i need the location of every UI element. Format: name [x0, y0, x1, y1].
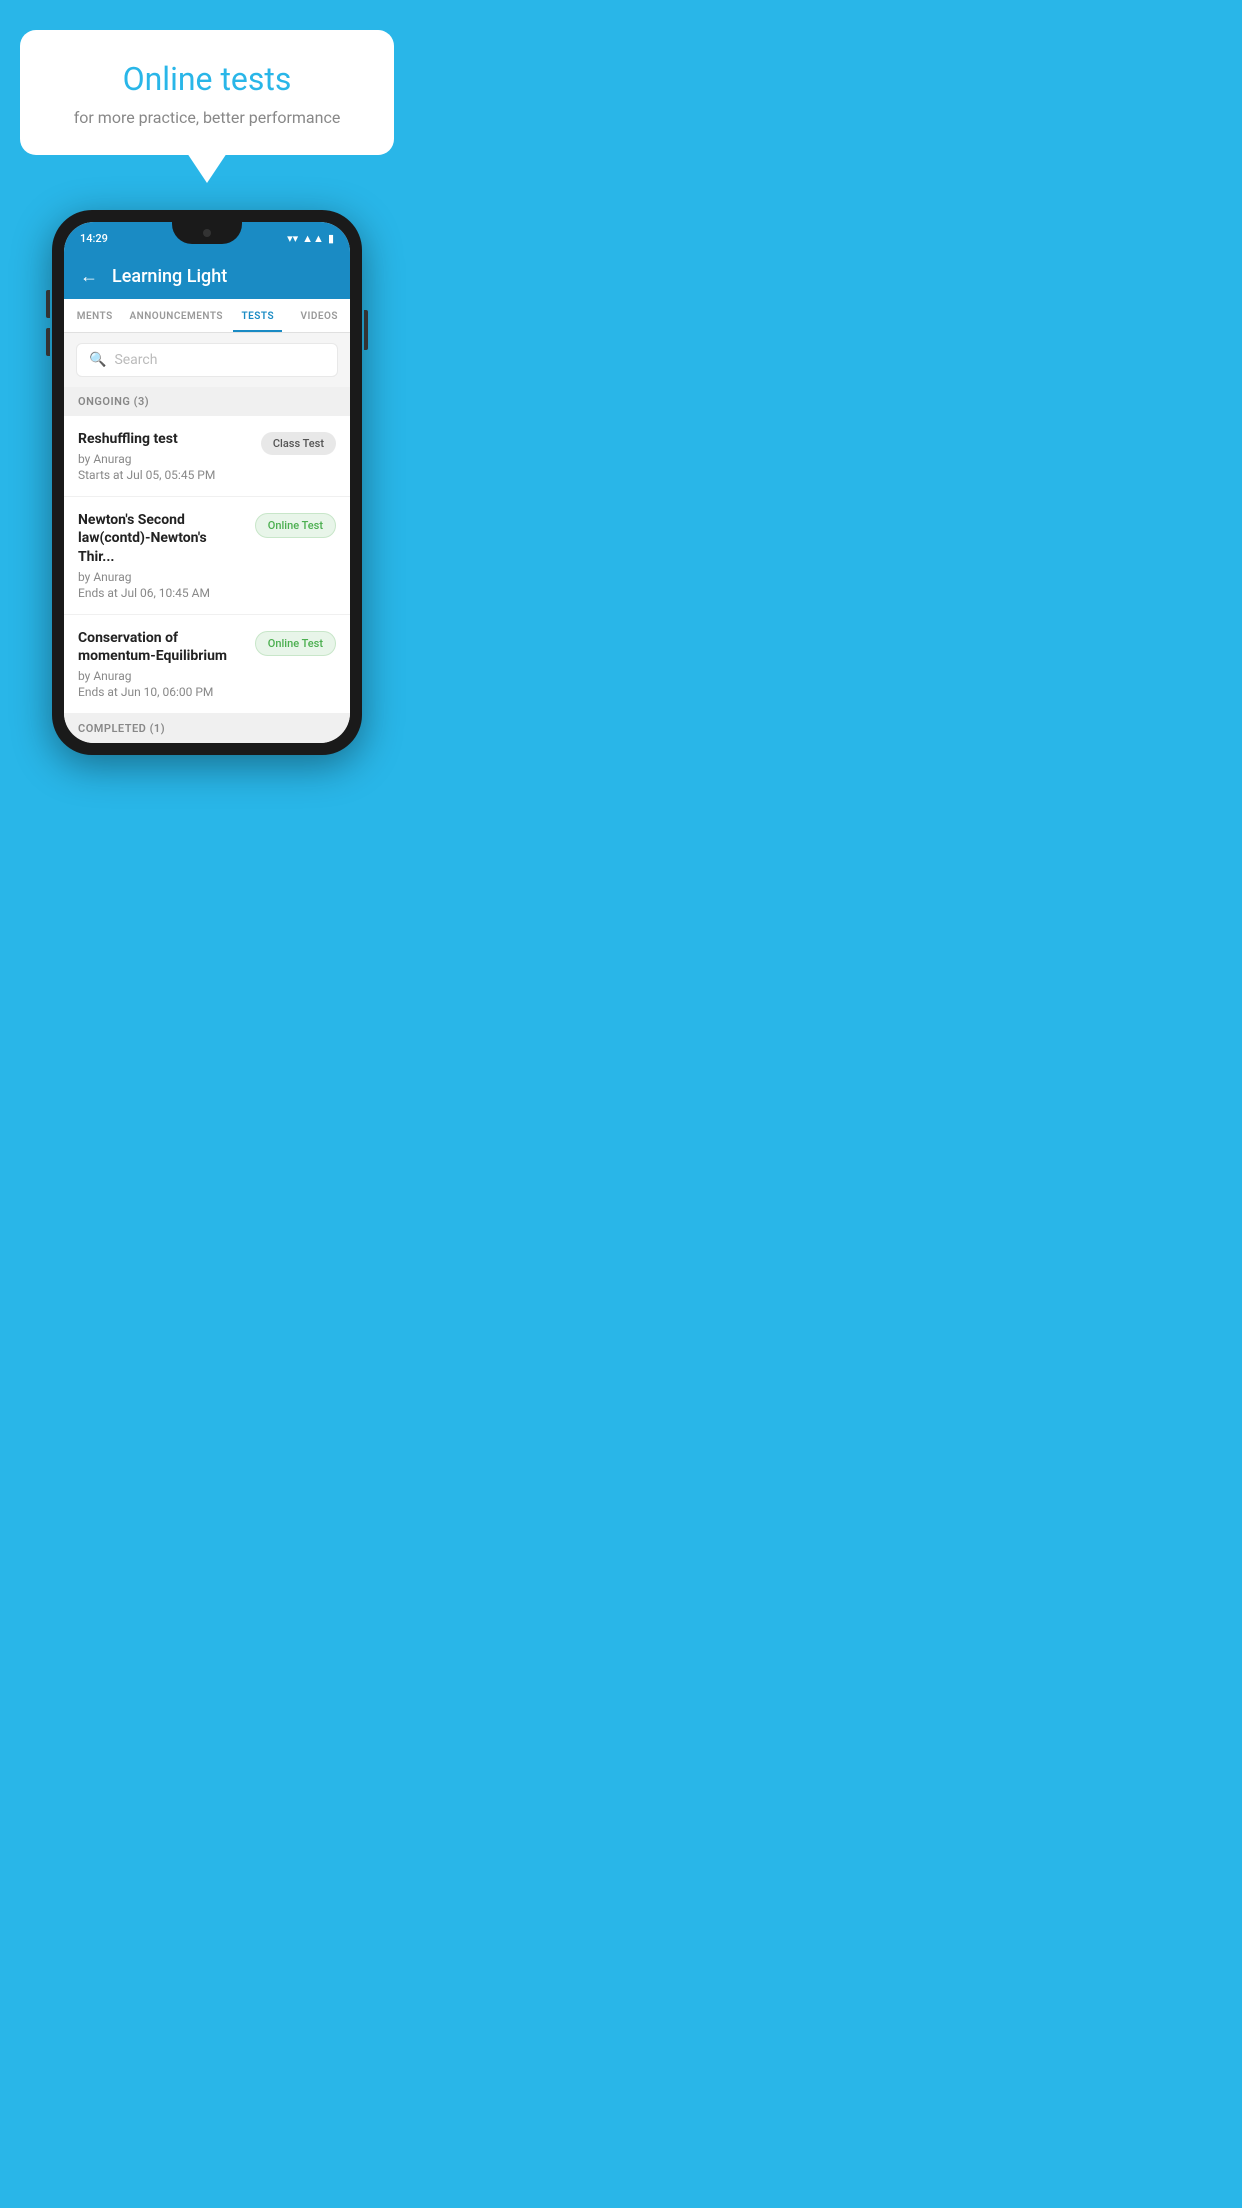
tab-ments[interactable]: MENTS: [64, 299, 125, 332]
test-author-2: by Anurag: [78, 570, 245, 584]
test-author-3: by Anurag: [78, 669, 245, 683]
bubble-title: Online tests: [60, 60, 354, 98]
app-header: ← Learning Light: [64, 254, 350, 299]
power-button: [364, 310, 368, 350]
phone-mockup: 14:29 ▾▾ ▲▲ ▮ ← Learning Light MENTS: [52, 210, 362, 755]
battery-icon: ▮: [328, 232, 334, 245]
back-button[interactable]: ←: [80, 266, 98, 287]
phone-frame: 14:29 ▾▾ ▲▲ ▮ ← Learning Light MENTS: [52, 210, 362, 755]
test-author-1: by Anurag: [78, 452, 251, 466]
camera: [203, 229, 211, 237]
app-title: Learning Light: [112, 266, 227, 287]
wifi-icon: ▾▾: [287, 232, 298, 245]
test-badge-1: Class Test: [261, 432, 336, 455]
bubble-subtitle: for more practice, better performance: [60, 108, 354, 127]
test-info-2: Newton's Second law(contd)-Newton's Thir…: [78, 511, 245, 600]
test-name-2: Newton's Second law(contd)-Newton's Thir…: [78, 511, 245, 566]
test-info-1: Reshuffling test by Anurag Starts at Jul…: [78, 430, 251, 482]
section-completed-header: COMPLETED (1): [64, 714, 350, 743]
signal-icon: ▲▲: [302, 232, 324, 245]
search-input-wrapper[interactable]: 🔍 Search: [76, 343, 338, 377]
test-item-conservation[interactable]: Conservation of momentum-Equilibrium by …: [64, 615, 350, 714]
volume-down-button: [46, 328, 50, 356]
test-badge-3: Online Test: [255, 631, 336, 656]
search-icon: 🔍: [89, 352, 106, 368]
tab-announcements[interactable]: ANNOUNCEMENTS: [125, 299, 227, 332]
status-bar: 14:29 ▾▾ ▲▲ ▮: [64, 222, 350, 254]
status-time: 14:29: [80, 232, 108, 245]
test-info-3: Conservation of momentum-Equilibrium by …: [78, 629, 245, 699]
promo-bubble: Online tests for more practice, better p…: [20, 30, 394, 155]
tab-bar: MENTS ANNOUNCEMENTS TESTS VIDEOS: [64, 299, 350, 333]
test-date-3: Ends at Jun 10, 06:00 PM: [78, 685, 245, 699]
tab-tests[interactable]: TESTS: [227, 299, 288, 332]
test-item-reshuffling[interactable]: Reshuffling test by Anurag Starts at Jul…: [64, 416, 350, 497]
test-name-1: Reshuffling test: [78, 430, 251, 448]
status-icons: ▾▾ ▲▲ ▮: [287, 232, 334, 245]
tab-videos[interactable]: VIDEOS: [289, 299, 350, 332]
test-item-newton[interactable]: Newton's Second law(contd)-Newton's Thir…: [64, 497, 350, 615]
search-placeholder: Search: [114, 352, 157, 368]
test-date-1: Starts at Jul 05, 05:45 PM: [78, 468, 251, 482]
notch: [172, 222, 242, 244]
test-badge-2: Online Test: [255, 513, 336, 538]
section-ongoing-header: ONGOING (3): [64, 387, 350, 416]
phone-screen: 14:29 ▾▾ ▲▲ ▮ ← Learning Light MENTS: [64, 222, 350, 743]
test-date-2: Ends at Jul 06, 10:45 AM: [78, 586, 245, 600]
search-container: 🔍 Search: [64, 333, 350, 387]
test-name-3: Conservation of momentum-Equilibrium: [78, 629, 245, 665]
volume-up-button: [46, 290, 50, 318]
